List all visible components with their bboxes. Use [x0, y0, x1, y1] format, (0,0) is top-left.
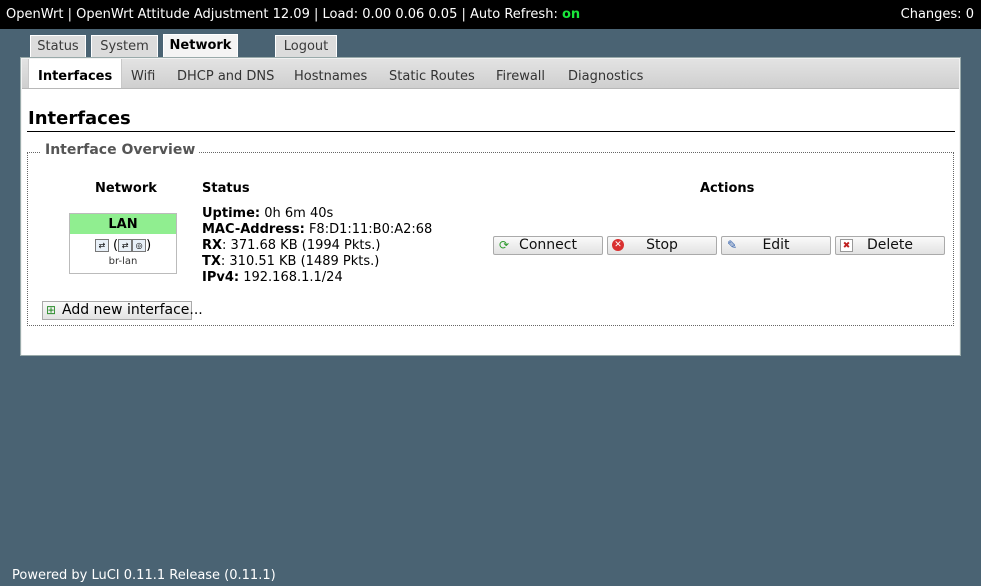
wifi-icon: ◎	[132, 239, 147, 252]
changes-count: 0	[965, 7, 974, 22]
reload-icon: ⟳	[498, 238, 510, 252]
tab-system[interactable]: System	[91, 35, 158, 57]
subtab-bar: Interfaces Wifi DHCP and DNS Hostnames S…	[22, 59, 959, 89]
ethernet-icon: ⇄	[94, 239, 109, 252]
interface-status: Uptime: 0h 6m 40s MAC-Address: F8:D1:11:…	[202, 206, 432, 286]
auto-refresh-toggle[interactable]: on	[562, 7, 580, 22]
add-icon: ⊞	[46, 303, 57, 317]
separator: |	[67, 7, 72, 22]
header-bar: OpenWrt | OpenWrt Attitude Adjustment 12…	[0, 0, 981, 29]
mac-row: MAC-Address: F8:D1:11:B0:A2:68	[202, 222, 433, 237]
bridge-close-icon: )	[146, 238, 152, 253]
stop-button[interactable]: ✕ Stop	[607, 236, 717, 255]
interface-device-icons: ⇄ (⇄ ◎)	[70, 238, 176, 254]
main-panel: Interfaces Wifi DHCP and DNS Hostnames S…	[20, 57, 961, 356]
subtab-interfaces[interactable]: Interfaces	[28, 59, 123, 88]
tab-logout[interactable]: Logout	[275, 35, 337, 57]
changes-label: Changes:	[900, 7, 962, 22]
separator: |	[314, 7, 319, 22]
footer-text: Powered by LuCI 0.11.1 Release (0.11.1)	[12, 568, 276, 583]
interface-device-name: br-lan	[108, 256, 138, 267]
page-title: Interfaces	[28, 108, 131, 129]
subtab-diagnostics[interactable]: Diagnostics	[568, 59, 643, 88]
ethernet-port-icon: ⇄	[118, 239, 133, 252]
changes-indicator[interactable]: Changes: 0	[901, 7, 974, 22]
column-header-actions: Actions	[700, 181, 755, 196]
subtab-dhcp-dns[interactable]: DHCP and DNS	[177, 59, 274, 88]
release-name: OpenWrt Attitude Adjustment 12.09	[76, 7, 310, 22]
interface-badge-lan: LAN ⇄ (⇄ ◎) br-lan	[69, 213, 177, 274]
separator: |	[461, 7, 466, 22]
header-info: OpenWrt | OpenWrt Attitude Adjustment 12…	[6, 7, 580, 22]
edit-button[interactable]: ✎ Edit	[721, 236, 831, 255]
subtab-firewall[interactable]: Firewall	[496, 59, 545, 88]
title-divider	[27, 131, 955, 132]
subtab-wifi[interactable]: Wifi	[131, 59, 155, 88]
tab-status[interactable]: Status	[30, 35, 86, 57]
tab-network[interactable]: Network	[163, 34, 238, 58]
ipv4-row: IPv4: 192.168.1.1/24	[202, 270, 343, 285]
subtab-static-routes[interactable]: Static Routes	[389, 59, 475, 88]
edit-icon: ✎	[726, 238, 738, 252]
content-area: Interfaces Interface Overview Network St…	[22, 89, 959, 355]
load-value: 0.00 0.06 0.05	[362, 7, 458, 22]
uptime-row: Uptime: 0h 6m 40s	[202, 206, 334, 221]
column-header-network: Network	[95, 181, 157, 196]
section-title: Interface Overview	[41, 142, 200, 158]
connect-button[interactable]: ⟳ Connect	[493, 236, 603, 255]
interface-overview-section: Interface Overview Network Status Action…	[27, 142, 954, 326]
column-header-status: Status	[202, 181, 250, 196]
delete-button[interactable]: ✖ Delete	[835, 236, 945, 255]
interface-name: LAN	[70, 214, 176, 234]
delete-icon: ✖	[840, 239, 853, 252]
hostname: OpenWrt	[6, 7, 64, 22]
add-interface-button[interactable]: ⊞ Add new interface...	[42, 301, 203, 320]
tx-row: TX: 310.51 KB (1489 Pkts.)	[202, 254, 380, 269]
auto-refresh-label: Auto Refresh:	[470, 7, 558, 22]
stop-icon: ✕	[612, 239, 624, 251]
rx-row: RX: 371.68 KB (1994 Pkts.)	[202, 238, 381, 253]
subtab-hostnames[interactable]: Hostnames	[294, 59, 367, 88]
load-label: Load:	[322, 7, 359, 22]
